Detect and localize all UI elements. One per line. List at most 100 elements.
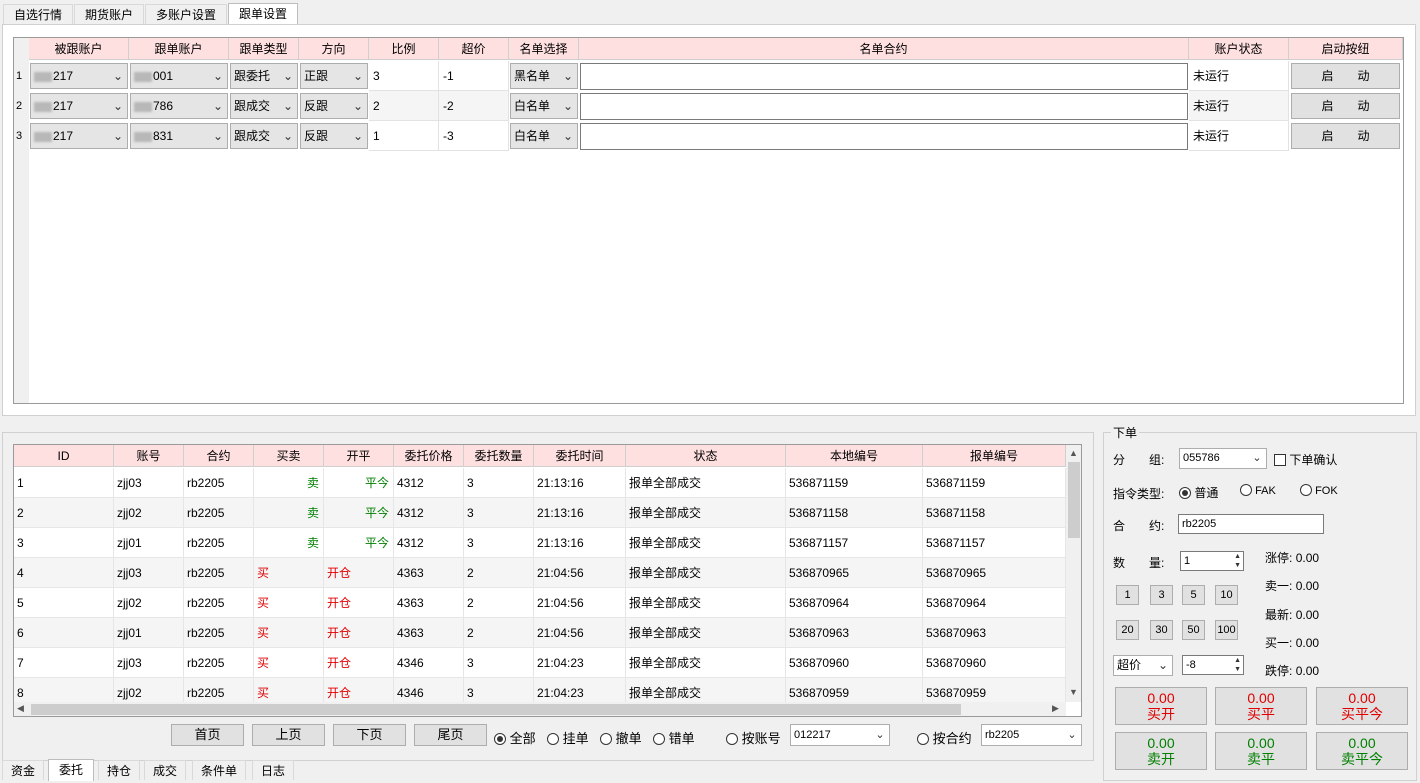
quick-qty-10-button[interactable]: 10 [1215, 585, 1238, 605]
table-row[interactable]: 7 zjj03 rb2205 买开仓 4346 3 21:04:23 报单全部成交 536870… [14, 648, 1066, 678]
tab-funds[interactable]: 资金 [2, 760, 45, 780]
stepper-arrows-icon[interactable]: ▲ ▼ [1234, 552, 1241, 570]
start-button[interactable]: 启 动 [1291, 123, 1400, 149]
contract-filter-select[interactable]: rb2205 ⌄ [981, 724, 1082, 746]
group-select[interactable]: 055786 ⌄ [1179, 448, 1267, 469]
list-contract-input[interactable] [580, 123, 1188, 150]
follow-account-value: 786 [153, 99, 174, 113]
vertical-scrollbar[interactable]: ▲ ▼ [1066, 445, 1081, 702]
order-type-normal-radio[interactable]: 普通 [1179, 484, 1218, 501]
quick-qty-100-button[interactable]: 100 [1215, 620, 1238, 640]
follow-type-select[interactable]: 跟成交 ⌄ [230, 93, 298, 119]
over-price-cell[interactable]: -1 [439, 61, 509, 91]
first-page-button[interactable]: 首页 [171, 724, 244, 746]
quick-qty-3-button[interactable]: 3 [1150, 585, 1173, 605]
next-page-button[interactable]: 下页 [333, 724, 406, 746]
follow-type-select[interactable]: 跟成交 ⌄ [230, 123, 298, 149]
order-type-fok-radio[interactable]: FOK [1300, 484, 1338, 497]
direction-select[interactable]: 反跟 ⌄ [300, 123, 368, 149]
source-account-select[interactable]: 217 ⌄ [30, 123, 128, 149]
follow-account-select[interactable]: 001 ⌄ [130, 63, 228, 89]
direction-select[interactable]: 正跟 ⌄ [300, 63, 368, 89]
tab-conditional-orders[interactable]: 条件单 [192, 760, 247, 780]
source-account-value: 217 [53, 69, 74, 83]
start-button[interactable]: 启 动 [1291, 93, 1400, 119]
horizontal-scrollbar[interactable]: ◀ ▶ [14, 702, 1066, 716]
quantity-stepper[interactable]: 1 ▲ ▼ [1180, 551, 1244, 571]
filter-error-radio[interactable]: 错单 [653, 728, 695, 747]
list-contract-input[interactable] [580, 93, 1188, 120]
over-price-cell[interactable]: -2 [439, 91, 509, 121]
scrollbar-thumb[interactable] [1068, 462, 1080, 538]
prev-page-button[interactable]: 上页 [252, 724, 325, 746]
quick-qty-30-button[interactable]: 30 [1150, 620, 1173, 640]
contract-input[interactable]: rb2205 [1178, 514, 1324, 534]
price-offset-stepper[interactable]: -8 ▲ ▼ [1182, 655, 1244, 675]
chevron-down-icon: ⌄ [562, 69, 574, 83]
table-row[interactable]: 6 zjj01 rb2205 买开仓 4363 2 21:04:56 报单全部成交 536870… [14, 618, 1066, 648]
filter-pending-radio[interactable]: 挂单 [547, 728, 589, 747]
tab-futures-accounts[interactable]: 期货账户 [74, 4, 145, 24]
list-select[interactable]: 白名单 ⌄ [510, 123, 578, 149]
quick-qty-20-button[interactable]: 20 [1116, 620, 1139, 640]
order-confirm-checkbox[interactable]: 下单确认 [1274, 451, 1337, 468]
filter-cancelled-radio[interactable]: 撤单 [600, 728, 642, 747]
tab-trades[interactable]: 成交 [144, 760, 187, 780]
buy-open-button[interactable]: 0.00 买开 [1115, 687, 1207, 725]
table-row[interactable]: 5 zjj02 rb2205 买开仓 4363 2 21:04:56 报单全部成交 536870… [14, 588, 1066, 618]
quick-qty-1-button[interactable]: 1 [1116, 585, 1139, 605]
ratio-cell[interactable]: 1 [369, 121, 439, 151]
scroll-down-icon[interactable]: ▼ [1069, 687, 1078, 697]
source-account-select[interactable]: 217 ⌄ [30, 93, 128, 119]
table-row[interactable]: 2 zjj02 rb2205 卖平今 4312 3 21:13:16 报单全部成交 536871… [14, 498, 1066, 528]
scroll-up-icon[interactable]: ▲ [1069, 448, 1078, 458]
tab-multi-account-settings[interactable]: 多账户设置 [145, 4, 228, 24]
sell-close-button[interactable]: 0.00 卖平 [1215, 732, 1307, 770]
table-row[interactable]: 4 zjj03 rb2205 买开仓 4363 2 21:04:56 报单全部成交 536870… [14, 558, 1066, 588]
follow-account-select[interactable]: 786 ⌄ [130, 93, 228, 119]
col-header-local-id: 本地编号 [786, 445, 923, 467]
start-button[interactable]: 启 动 [1291, 63, 1400, 89]
account-filter-value: 012217 [794, 729, 831, 741]
tab-log[interactable]: 日志 [252, 760, 295, 780]
list-contract-input[interactable] [580, 63, 1188, 90]
list-select[interactable]: 黑名单 ⌄ [510, 63, 578, 89]
quote-label: 卖一: [1265, 579, 1293, 593]
ratio-cell[interactable]: 3 [369, 61, 439, 91]
ratio-cell[interactable]: 2 [369, 91, 439, 121]
tab-positions[interactable]: 持仓 [98, 760, 141, 780]
quick-qty-50-button[interactable]: 50 [1182, 620, 1205, 640]
over-price-cell[interactable]: -3 [439, 121, 509, 151]
follow-account-select[interactable]: 831 ⌄ [130, 123, 228, 149]
order-type-option: 普通 [1194, 486, 1219, 500]
list-select[interactable]: 白名单 ⌄ [510, 93, 578, 119]
scroll-right-icon[interactable]: ▶ [1052, 703, 1059, 714]
last-page-button[interactable]: 尾页 [414, 724, 487, 746]
order-qty-cell: 3 [464, 528, 534, 558]
direction-select[interactable]: 反跟 ⌄ [300, 93, 368, 119]
filter-by-account-radio[interactable]: 按账号 [726, 728, 781, 747]
tab-follow-settings[interactable]: 跟单设置 [228, 3, 299, 25]
scrollbar-thumb[interactable] [31, 704, 961, 715]
buy-close-today-button[interactable]: 0.00 买平今 [1316, 687, 1408, 725]
order-id-cell: 6 [14, 618, 114, 648]
col-header-instrument: 合约 [184, 445, 254, 467]
price-mode-select[interactable]: 超价 ⌄ [1113, 655, 1173, 676]
sell-open-button[interactable]: 0.00 卖开 [1115, 732, 1207, 770]
stepper-arrows-icon[interactable]: ▲ ▼ [1234, 656, 1241, 674]
table-row[interactable]: 3 zjj01 rb2205 卖平今 4312 3 21:13:16 报单全部成交 536871… [14, 528, 1066, 558]
account-filter-select[interactable]: 012217 ⌄ [790, 724, 890, 746]
tab-orders[interactable]: 委托 [48, 759, 95, 781]
filter-by-contract-radio[interactable]: 按合约 [917, 728, 972, 747]
order-type-fak-radio[interactable]: FAK [1240, 484, 1276, 497]
tab-watchlist[interactable]: 自选行情 [3, 4, 74, 24]
radio-selected-icon [494, 733, 506, 745]
sell-close-today-button[interactable]: 0.00 卖平今 [1316, 732, 1408, 770]
follow-type-select[interactable]: 跟委托 ⌄ [230, 63, 298, 89]
filter-all-radio[interactable]: 全部 [494, 728, 536, 747]
buy-close-button[interactable]: 0.00 买平 [1215, 687, 1307, 725]
source-account-select[interactable]: 217 ⌄ [30, 63, 128, 89]
scroll-left-icon[interactable]: ◀ [17, 703, 24, 714]
table-row[interactable]: 1 zjj03 rb2205 卖平今 4312 3 21:13:16 报单全部成交 536871… [14, 468, 1066, 498]
quick-qty-5-button[interactable]: 5 [1182, 585, 1205, 605]
